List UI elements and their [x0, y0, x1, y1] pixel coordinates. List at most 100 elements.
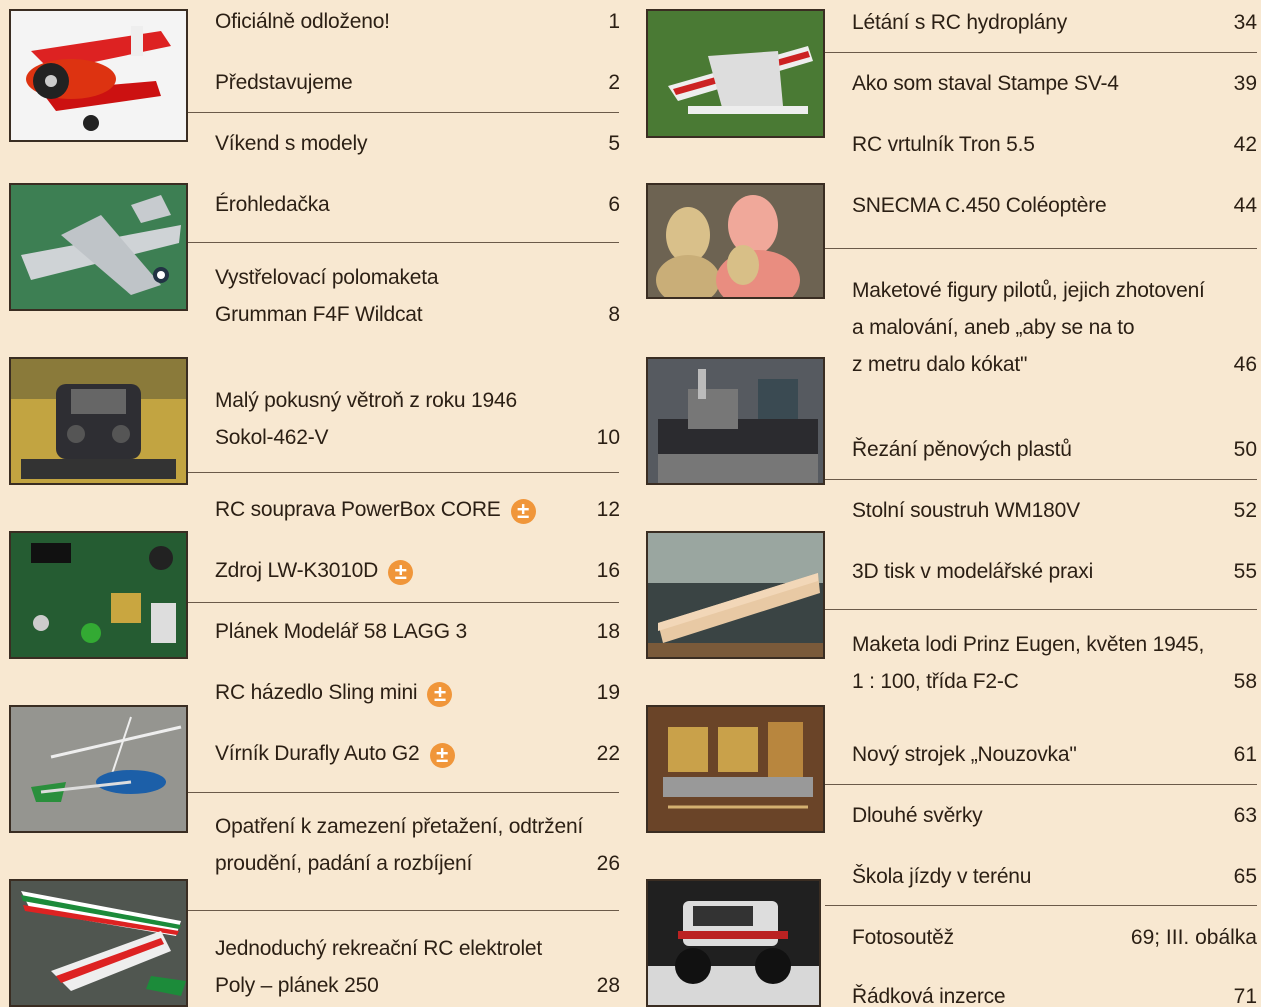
toc-title-with-badge: Vírník Durafly Auto G2 ±	[215, 735, 455, 772]
toc-entry[interactable]: Vystřelovací polomaketa Grumman F4F Wild…	[215, 259, 620, 333]
toc-entry[interactable]: Malý pokusný větroň z roku 1946 Sokol-46…	[215, 382, 620, 456]
toc-entry[interactable]: 3D tisk v modelářské praxi 55	[852, 553, 1257, 590]
toc-entry[interactable]: Řádková inzerce 71	[852, 978, 1257, 1007]
toc-entry[interactable]: RC souprava PowerBox CORE ± 12	[215, 491, 620, 528]
toc-title: RC souprava PowerBox CORE	[215, 498, 501, 521]
toc-entry[interactable]: Víkend s modely 5	[215, 125, 620, 162]
toc-title: Řádková inzerce	[852, 985, 1006, 1007]
toc-page-number: 10	[596, 426, 620, 449]
toc-title: Maketa lodi Prinz Eugen, květen 1945,	[852, 633, 1205, 656]
toc-title: Stolní soustruh WM180V	[852, 499, 1080, 522]
toc-page-number: 61	[1233, 743, 1257, 766]
toc-page-number: 46	[1233, 353, 1257, 376]
toc-entry[interactable]: Plánek Modelář 58 LAGG 3 18	[215, 613, 620, 650]
toc-page-number: 6	[608, 193, 620, 216]
ship-hull-model-photo	[646, 531, 825, 659]
toc-title: Vírník Durafly Auto G2	[215, 742, 420, 765]
rc-transmitter-photo	[9, 357, 188, 485]
divider	[825, 905, 1257, 906]
toc-page-number: 19	[596, 681, 620, 704]
toc-entry[interactable]: RC házedlo Sling mini ± 19	[215, 674, 620, 711]
toc-title: Dlouhé svěrky	[852, 804, 983, 827]
circuit-board-photo	[9, 531, 188, 659]
autogyro-model-photo	[9, 705, 188, 833]
toc-page-number: 71	[1233, 985, 1257, 1007]
plus-minus-badge-icon: ±	[429, 743, 455, 768]
toc-entry[interactable]: Fotosoutěž 69; III. obálka	[852, 919, 1257, 956]
toc-entry[interactable]: Jednoduchý rekreační RC elektrolet Poly …	[215, 930, 620, 1004]
italian-livery-airplane-photo	[9, 879, 188, 1007]
toc-page-number: 63	[1233, 804, 1257, 827]
lathe-photo	[646, 357, 825, 485]
toc-page-number: 50	[1233, 438, 1257, 461]
toc-title: Zdroj LW-K3010D	[215, 559, 379, 582]
toc-entry[interactable]: Dlouhé svěrky 63	[852, 797, 1257, 834]
toc-title: Fotosoutěž	[852, 926, 954, 949]
toc-entry[interactable]: Vírník Durafly Auto G2 ± 22	[215, 735, 620, 772]
toc-page-number: 39	[1233, 72, 1257, 95]
toc-entry[interactable]: Představujeme 2	[215, 64, 620, 101]
toc-page-number: 69; III. obálka	[1130, 926, 1257, 949]
toc-page-number: 34	[1233, 11, 1257, 34]
toc-title: Jednoduchý rekreační RC elektrolet	[215, 937, 543, 960]
table-of-contents-page: Oficiálně odloženo! 1 Představujeme 2 Ví…	[0, 0, 1261, 1007]
toc-title: Představujeme	[215, 71, 353, 94]
toc-page-number: 22	[596, 742, 620, 765]
toc-entry[interactable]: Nový strojek „Nouzovka" 61	[852, 736, 1257, 773]
divider	[825, 784, 1257, 785]
toc-title: SNECMA C.450 Coléoptère	[852, 194, 1107, 217]
toc-entry[interactable]: Stolní soustruh WM180V 52	[852, 492, 1257, 529]
toc-entry[interactable]: Érohledačka 6	[215, 186, 620, 223]
toc-title-with-badge: Zdroj LW-K3010D ±	[215, 552, 414, 589]
toc-title: Létání s RC hydroplány	[852, 11, 1068, 34]
plus-minus-badge-icon: ±	[510, 499, 536, 524]
toc-entry[interactable]: Řezání pěnových plastů 50	[852, 431, 1257, 468]
plus-minus-badge-icon: ±	[427, 682, 453, 707]
toc-page-number: 18	[596, 620, 620, 643]
toc-title: Škola jízdy v terénu	[852, 865, 1032, 888]
toc-title: Nový strojek „Nouzovka"	[852, 743, 1077, 766]
divider	[825, 52, 1257, 53]
toc-title-line-2: proudění, padání a rozbíjení	[215, 852, 473, 875]
toc-page-number: 2	[608, 71, 620, 94]
toc-title: Řezání pěnových plastů	[852, 438, 1072, 461]
divider	[188, 472, 619, 473]
toc-entry[interactable]: Opatření k zamezení přetažení, odtržení …	[215, 808, 620, 882]
toc-page-number: 12	[596, 498, 620, 521]
toc-title-with-badge: RC souprava PowerBox CORE ±	[215, 491, 536, 528]
seaplane-model-photo	[646, 9, 825, 138]
toc-title: Érohledačka	[215, 193, 330, 216]
toc-entry[interactable]: Maketa lodi Prinz Eugen, květen 1945, 1 …	[852, 626, 1257, 700]
toc-entry[interactable]: Létání s RC hydroplány 34	[852, 4, 1257, 41]
toc-entry[interactable]: Ako som staval Stampe SV-4 39	[852, 65, 1257, 102]
divider	[188, 910, 619, 911]
divider	[825, 609, 1257, 610]
toc-entry[interactable]: Maketové figury pilotů, jejich zhotovení…	[852, 272, 1257, 383]
toc-page-number: 44	[1233, 194, 1257, 217]
rc-truck-photo	[646, 879, 821, 1007]
toc-page-number: 52	[1233, 499, 1257, 522]
toc-entry[interactable]: Oficiálně odloženo! 1	[215, 3, 620, 40]
toc-page-number: 58	[1233, 670, 1257, 693]
divider	[188, 242, 619, 243]
toc-title-with-badge: RC házedlo Sling mini ±	[215, 674, 453, 711]
toc-page-number: 55	[1233, 560, 1257, 583]
toc-title: RC vrtulník Tron 5.5	[852, 133, 1035, 156]
red-racer-airplane-photo	[9, 9, 188, 142]
toc-page-number: 1	[608, 10, 620, 33]
toc-entry[interactable]: Škola jízdy v terénu 65	[852, 858, 1257, 895]
toc-title: 3D tisk v modelářské praxi	[852, 560, 1094, 583]
toc-title-line-2: Poly – plánek 250	[215, 974, 379, 997]
toc-title: Opatření k zamezení přetažení, odtržení	[215, 815, 584, 838]
divider	[188, 602, 619, 603]
toc-title: Maketové figury pilotů, jejich zhotovení	[852, 279, 1205, 302]
toc-title: Ako som staval Stampe SV-4	[852, 72, 1119, 95]
grey-fighter-plane-photo	[9, 183, 188, 311]
toc-page-number: 16	[596, 559, 620, 582]
divider	[825, 479, 1257, 480]
toc-entry[interactable]: Zdroj LW-K3010D ± 16	[215, 552, 620, 589]
toc-entry[interactable]: SNECMA C.450 Coléoptère 44	[852, 187, 1257, 224]
pilot-figures-photo	[646, 183, 825, 299]
engine-model-photo	[646, 705, 825, 833]
toc-entry[interactable]: RC vrtulník Tron 5.5 42	[852, 126, 1257, 163]
